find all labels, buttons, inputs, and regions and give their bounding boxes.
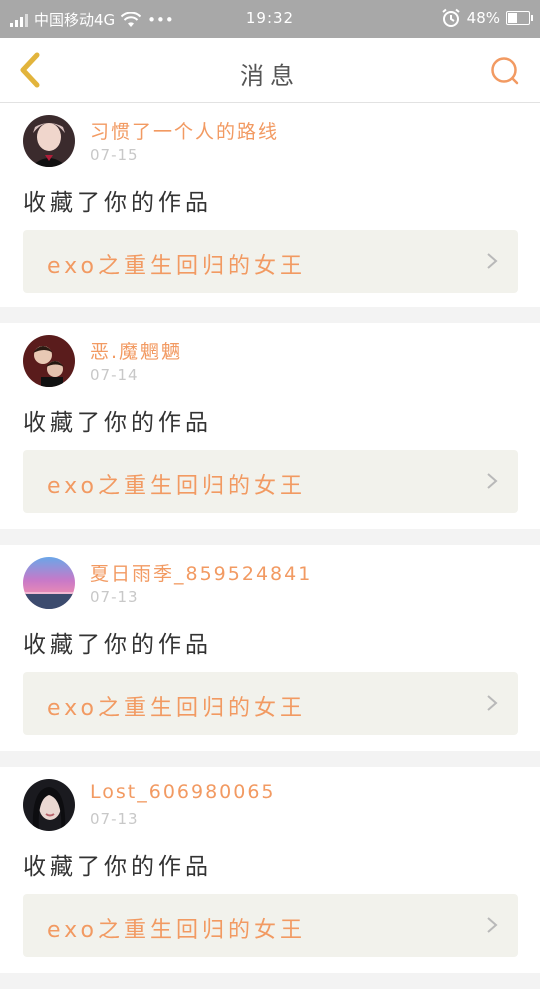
username[interactable]: Lost_606980065 (90, 781, 276, 803)
work-link[interactable]: exo之重生回归的女王 (23, 672, 518, 735)
search-icon[interactable] (488, 54, 522, 88)
action-text: 收藏了你的作品 (23, 190, 212, 216)
username[interactable]: 恶.魔魍魉 (90, 337, 182, 364)
username[interactable]: 习惯了一个人的路线 (90, 117, 279, 144)
avatar[interactable] (23, 115, 75, 167)
message-date: 07-14 (90, 366, 139, 384)
page-title: 消息 (240, 62, 300, 90)
message-card[interactable]: 习惯了一个人的路线 07-15 收藏了你的作品 exo之重生回归的女王 (0, 103, 540, 307)
work-title: exo之重生回归的女王 (47, 474, 306, 499)
message-date: 07-13 (90, 588, 139, 606)
status-bar: 中国移动4G ••• 19:32 48% (0, 0, 540, 38)
chevron-right-icon (487, 473, 498, 489)
header: 消息 (0, 38, 540, 103)
work-link[interactable]: exo之重生回归的女王 (23, 450, 518, 513)
message-card[interactable]: 恶.魔魍魉 07-14 收藏了你的作品 exo之重生回归的女王 (0, 323, 540, 529)
work-link[interactable]: exo之重生回归的女王 (23, 230, 518, 293)
message-list: 习惯了一个人的路线 07-15 收藏了你的作品 exo之重生回归的女王 恶.魔魍… (0, 103, 540, 989)
message-date: 07-13 (90, 810, 139, 828)
avatar[interactable] (23, 779, 75, 831)
chevron-right-icon (487, 695, 498, 711)
chevron-right-icon (487, 917, 498, 933)
battery-percent: 48% (466, 9, 500, 27)
message-card[interactable]: Lost_606980065 07-13 收藏了你的作品 exo之重生回归的女王 (0, 767, 540, 973)
work-title: exo之重生回归的女王 (47, 918, 306, 943)
avatar[interactable] (23, 335, 75, 387)
battery-icon (506, 11, 533, 25)
alarm-icon (442, 8, 460, 27)
work-title: exo之重生回归的女王 (47, 696, 306, 721)
message-date: 07-15 (90, 146, 139, 164)
battery-fill (508, 13, 517, 23)
work-link[interactable]: exo之重生回归的女王 (23, 894, 518, 957)
action-text: 收藏了你的作品 (23, 632, 212, 658)
username[interactable]: 夏日雨季_859524841 (90, 559, 312, 586)
message-card[interactable]: 夏日雨季_859524841 07-13 收藏了你的作品 exo之重生回归的女王 (0, 545, 540, 751)
avatar[interactable] (23, 557, 75, 609)
action-text: 收藏了你的作品 (23, 854, 212, 880)
work-title: exo之重生回归的女王 (47, 254, 306, 279)
status-right: 48% (441, 8, 533, 28)
action-text: 收藏了你的作品 (23, 410, 212, 436)
chevron-right-icon (487, 253, 498, 269)
